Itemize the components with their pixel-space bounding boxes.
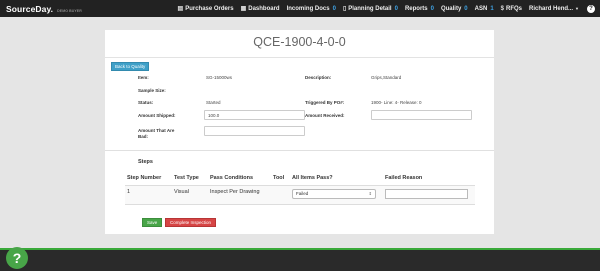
nav-item-planning-detail[interactable]: ▯ Planning Detail 0 [342, 5, 398, 13]
amount-shipped-input[interactable]: 100.0 [204, 110, 305, 120]
status-value: Started [206, 100, 221, 105]
triggered-by-label: Triggered By PO#: [305, 100, 345, 105]
file-icon: ▯ [342, 6, 347, 12]
select-value: Failed [296, 191, 309, 196]
amount-bad-label: Amount That Are Bad: [138, 128, 175, 139]
pass-conditions-cell: Inspect Per Drawing [208, 185, 271, 205]
reports-badge: 0 [430, 5, 434, 12]
steps-table: Step Number Test Type Pass Conditions To… [125, 171, 475, 205]
help-icon[interactable]: ? [587, 4, 595, 13]
title-divider [105, 57, 494, 58]
nav-item-purchase-orders[interactable]: ▤ Purchase Orders [177, 5, 234, 13]
test-type-cell: Visual [172, 185, 208, 205]
triggered-by-value: 1900- Line: 4- Release: 0 [371, 100, 422, 105]
nav-menu: ▤ Purchase Orders ▦ Dashboard Incoming Doc… [171, 0, 600, 17]
steps-heading: Steps [138, 159, 153, 165]
caret-down-icon: ▼ [575, 6, 579, 11]
description-label: Description: [305, 75, 332, 80]
table-header-row: Step Number Test Type Pass Conditions To… [125, 171, 475, 186]
col-test-type: Test Type [172, 171, 208, 186]
col-all-items-pass: All Items Pass? [290, 171, 383, 186]
failed-reason-input[interactable] [385, 188, 468, 199]
sample-size-label: Sample Size: [138, 88, 166, 93]
all-items-pass-cell: Failed ⇕ [290, 185, 383, 205]
amount-bad-input[interactable] [204, 126, 305, 136]
footer-bar [0, 250, 600, 271]
back-to-quality-button[interactable]: Back to Quality [111, 62, 150, 71]
nav-item-asn[interactable]: ASN 1 [475, 6, 494, 12]
quality-badge: 0 [464, 5, 468, 12]
complete-inspection-button[interactable]: Complete Inspection [165, 218, 217, 227]
table-row: 1 Visual Inspect Per Drawing Failed ⇕ [125, 185, 475, 205]
books-icon: ▤ [177, 6, 184, 12]
amount-shipped-label: Amount Shipped: [138, 113, 176, 118]
col-tool: Tool [271, 171, 290, 186]
brand-subtitle: DEMO BUYER [57, 8, 82, 13]
amount-received-input[interactable] [371, 110, 472, 120]
save-button[interactable]: Save [142, 218, 163, 227]
status-label: Status: [138, 100, 154, 105]
nav-item-reports[interactable]: Reports 0 [405, 6, 434, 12]
inspection-card: QCE-1900-4-0-0 Back to Quality Item: SG-… [105, 30, 494, 234]
nav-item-incoming-docs[interactable]: Incoming Docs 0 [287, 6, 336, 12]
item-label: Item: [138, 75, 149, 80]
amount-received-label: Amount Received: [305, 113, 345, 118]
failed-reason-cell [383, 185, 475, 205]
description-value: Grips,Standard [371, 75, 402, 80]
nav-item-rfqs[interactable]: $ RFQs [501, 6, 522, 12]
nav-item-quality[interactable]: Quality 0 [441, 6, 468, 12]
col-pass-conditions: Pass Conditions [208, 171, 271, 186]
all-items-pass-select[interactable]: Failed ⇕ [292, 188, 376, 199]
item-value: SG-15000ws [206, 75, 233, 80]
col-failed-reason: Failed Reason [383, 171, 475, 186]
incoming-docs-badge: 0 [332, 5, 336, 12]
nav-item-dashboard[interactable]: ▦ Dashboard [240, 5, 280, 13]
help-chat-button[interactable]: ? [6, 247, 28, 269]
select-arrows-icon: ⇕ [368, 191, 372, 196]
col-step-number: Step Number [125, 171, 172, 186]
steps-divider [105, 150, 494, 151]
top-navbar: SourceDay. DEMO BUYER ▤ Purchase Orders ▦ D… [0, 0, 600, 17]
step-number-cell: 1 [125, 185, 172, 205]
dollar-icon: $ [500, 5, 504, 12]
user-menu[interactable]: Richard Hend... ▼ [529, 6, 579, 12]
asn-badge: 1 [490, 5, 494, 12]
planning-detail-badge: 0 [394, 5, 398, 12]
brand-logo[interactable]: SourceDay. DEMO BUYER [0, 4, 82, 14]
tool-cell [271, 185, 290, 205]
page-title: QCE-1900-4-0-0 [253, 35, 346, 49]
dashboard-icon: ▦ [240, 6, 247, 12]
